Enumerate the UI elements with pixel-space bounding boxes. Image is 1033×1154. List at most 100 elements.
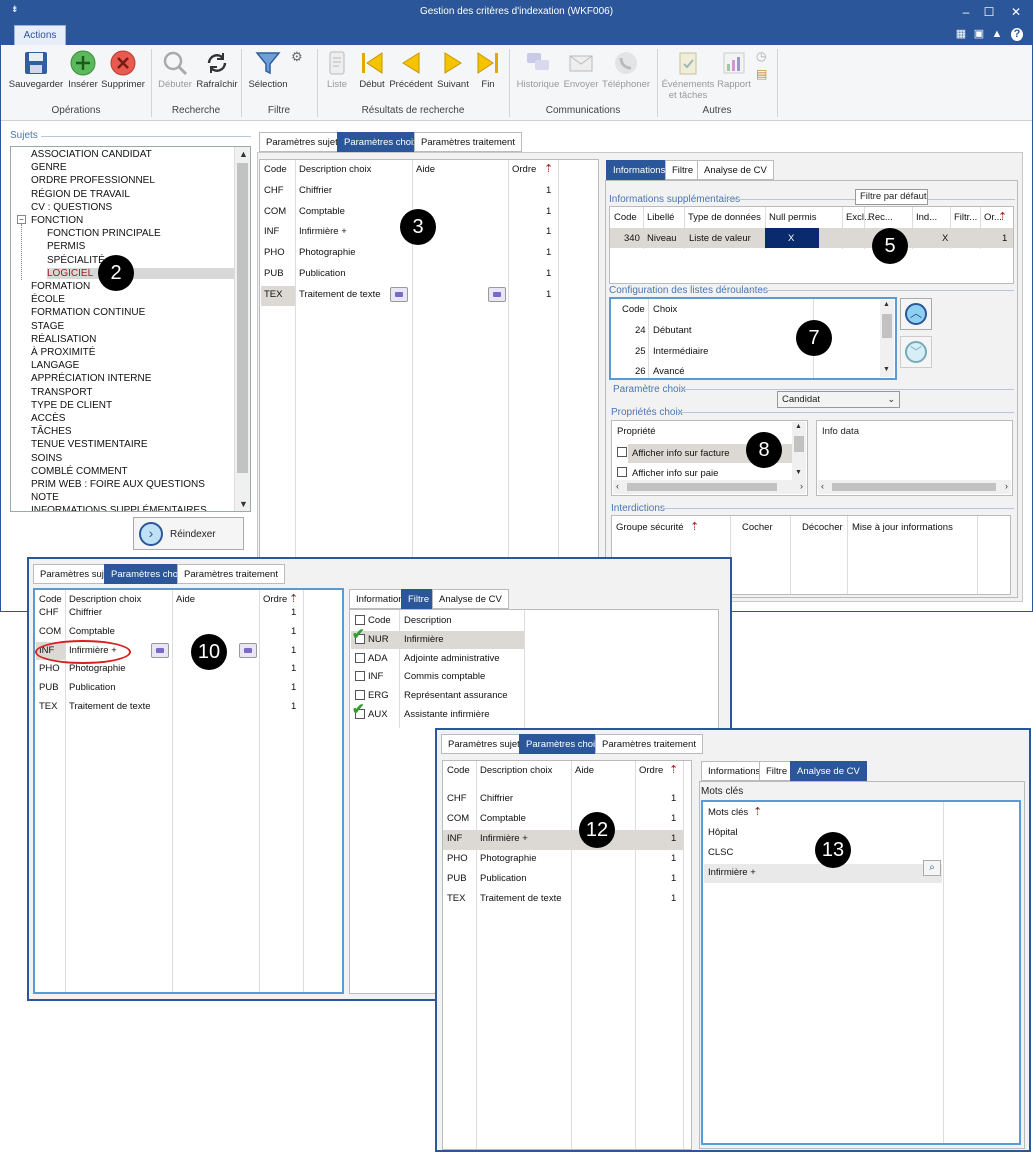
property-label[interactable]: Afficher info sur paie [632,468,718,479]
move-down-button[interactable]: ﹀ [900,336,932,368]
table-row[interactable] [443,830,683,850]
next-button[interactable]: Suivant [434,49,472,90]
interdiction-col-header[interactable]: Décocher [802,522,843,533]
tree-item[interactable]: COMBLÉ COMMENT [31,466,128,477]
scroll-right-icon[interactable]: › [800,481,803,491]
send-button[interactable]: Envoyer [563,49,599,90]
sort-icon[interactable]: ⇡ [998,210,1007,223]
scroll-up-icon[interactable]: ▲ [883,301,890,308]
clock-icon[interactable]: ◷ [756,49,766,63]
col-code[interactable]: Code [368,615,391,626]
tree-item[interactable]: ÉCOLE [31,294,65,305]
tree-item[interactable]: SOINS [31,453,62,464]
search-keyword-button[interactable]: ⌕ [923,860,941,876]
tree-item[interactable]: PERMIS [47,241,85,252]
report-button[interactable]: Rapport [714,49,754,90]
col-code[interactable]: Code [447,765,470,776]
tab-filter[interactable]: Filtre [401,589,437,609]
tree-item[interactable]: FONCTION PRINCIPALE [47,228,161,239]
lock-icon[interactable]: ▲ [991,28,1003,41]
keywords-grid[interactable]: Mots clés ⇡ Hôpital CLSC Infirmière + ⌕ [701,800,1021,1145]
col-description[interactable]: Description choix [299,164,371,175]
tree-item[interactable]: PRIM WEB : FOIRE AUX QUESTIONS [31,479,205,490]
tree-item[interactable]: CV : QUESTIONS [31,202,112,213]
col-help[interactable]: Aide [575,765,594,776]
scroll-up-icon[interactable]: ▲ [239,149,248,159]
reindex-button[interactable]: › Réindexer [133,517,244,550]
tab-cv-analysis[interactable]: Analyse de CV [697,160,774,180]
interdiction-col-header[interactable]: Cocher [742,522,773,533]
tree-item[interactable]: LOGICIEL [47,267,235,279]
chat-icon[interactable] [488,286,506,302]
scroll-up-icon[interactable]: ▲ [795,423,802,430]
scroll-down-icon[interactable]: ▼ [239,499,248,509]
row-checkbox[interactable] [355,652,365,663]
col-description[interactable]: Description choix [480,765,552,776]
tree-item[interactable]: ASSOCIATION CANDIDAT [31,149,152,160]
dropdown-grid[interactable]: Code Choix 24 Débutant 25 Intermédiaire 26 Avan… [609,297,897,380]
col-property[interactable]: Propriété [617,426,656,437]
property-label[interactable]: Afficher info sur facture [632,448,730,459]
col-help[interactable]: Aide [416,164,435,175]
tab-information[interactable]: Informations [701,761,768,781]
refresh-button[interactable]: Rafraîchir [195,49,239,90]
scroll-thumb[interactable] [627,483,777,491]
tree-item[interactable]: TRANSPORT [31,387,93,398]
tree-item[interactable]: ACCÈS [31,413,65,424]
scroll-down-icon[interactable]: ▼ [883,366,890,373]
tab-filter[interactable]: Filtre [665,160,701,180]
col-choice[interactable]: Choix [653,304,677,315]
extra-col-header[interactable]: Type de données [688,212,761,223]
sort-icon[interactable]: ⇡ [544,162,553,175]
tab-actions[interactable]: Actions [14,25,66,45]
vertical-scrollbar[interactable]: ▲ ▼ [880,300,894,377]
tab-cv-analysis[interactable]: Analyse de CV [432,589,509,609]
select-all-checkbox[interactable] [355,615,365,625]
tree-item[interactable]: TYPE DE CLIENT [31,400,112,411]
history-button[interactable]: Historique [514,49,562,90]
row-checkbox[interactable] [355,671,365,682]
chat-icon[interactable] [151,642,169,658]
tab-cv-analysis[interactable]: Analyse de CV [790,761,867,781]
tree-item[interactable]: FORMATION CONTINUE [31,307,145,318]
tab-choices[interactable]: Paramètres choix [519,734,607,754]
table-row[interactable] [443,790,683,810]
minimize-button[interactable]: – [956,4,976,20]
insert-button[interactable]: Insérer [63,49,103,90]
horizontal-scrollbar[interactable]: ‹ › [818,480,1011,494]
tree-scrollbar[interactable]: ▲ ▼ [234,147,250,511]
tab-processing[interactable]: Paramètres traitement [595,734,703,754]
last-button[interactable]: Fin [473,49,503,90]
interdiction-col-header[interactable]: Groupe sécurité [616,522,684,533]
row-checkbox[interactable] [355,690,365,701]
tab-processing[interactable]: Paramètres traitement [177,564,285,584]
col-keywords[interactable]: Mots clés [708,807,748,818]
tree-item[interactable]: À PROXIMITÉ [31,347,95,358]
tree-item[interactable]: ORDRE PROFESSIONNEL [31,175,155,186]
tree-item[interactable]: LANGAGE [31,360,79,371]
maximize-button[interactable]: ☐ [979,4,999,20]
interdiction-col-header[interactable]: Mise à jour informations [852,522,953,533]
sort-icon[interactable]: ⇡ [690,520,699,533]
extra-col-header[interactable]: Filtr... [954,212,977,223]
chat-icon[interactable] [239,642,257,658]
tab-subjects[interactable]: Paramètres sujets [441,734,532,754]
sort-icon[interactable]: ⇡ [669,763,678,776]
scroll-thumb[interactable] [882,314,892,338]
col-description[interactable]: Description [404,615,452,626]
calendar-icon[interactable]: ▣ [973,28,985,41]
info-data-box[interactable]: Info data ‹ › [816,420,1013,496]
extra-info-grid[interactable]: Code Libellé Type de données Null permis Exc… [609,206,1014,284]
tab-processing[interactable]: Paramètres traitement [414,132,522,152]
table-row[interactable] [443,890,683,910]
param-choice-select[interactable]: Candidat ⌄ [777,391,900,408]
tree-item[interactable]: RÉALISATION [31,334,96,345]
tab-information[interactable]: Informations [606,160,673,180]
previous-button[interactable]: Précédent [389,49,433,90]
extra-col-header[interactable]: Code [614,212,637,223]
calculator-icon[interactable]: ▦ [955,28,967,41]
sort-icon[interactable]: ⇡ [753,805,762,818]
scroll-down-icon[interactable]: ▼ [795,469,802,476]
vertical-scrollbar[interactable]: ▲ ▼ [792,422,806,481]
help-icon[interactable]: ? [1011,28,1023,41]
